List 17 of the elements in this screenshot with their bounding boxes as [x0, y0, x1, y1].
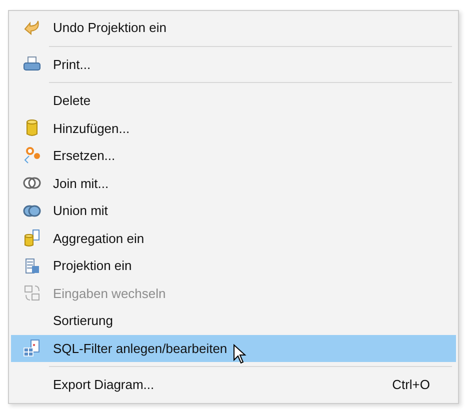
menu-item[interactable]: Aggregation ein: [11, 224, 456, 252]
menu-item[interactable]: Sortierung: [11, 307, 456, 334]
nodes-icon: [22, 146, 42, 166]
menu-item[interactable]: Export Diagram... Ctrl+O: [11, 371, 456, 398]
menu-item[interactable]: Join mit...: [11, 170, 456, 197]
menu-item[interactable]: Undo Projektion ein: [11, 14, 456, 42]
menu-item[interactable]: Print...: [11, 50, 456, 78]
menu-item[interactable]: Ersetzen...: [11, 142, 456, 170]
menu-item[interactable]: Hinzufügen...: [11, 114, 456, 142]
database-table-icon: [22, 228, 42, 248]
mouse-cursor-icon: [233, 344, 247, 364]
menu-item[interactable]: Projektion ein: [11, 252, 456, 280]
menu-item[interactable]: SQL-Filter anlegen/bearbeiten: [11, 334, 456, 362]
menu-item[interactable]: Union mit: [11, 197, 456, 224]
table-grid-icon: [22, 338, 42, 358]
menu-item[interactable]: Delete: [11, 87, 456, 114]
swap-icon: [22, 283, 42, 304]
